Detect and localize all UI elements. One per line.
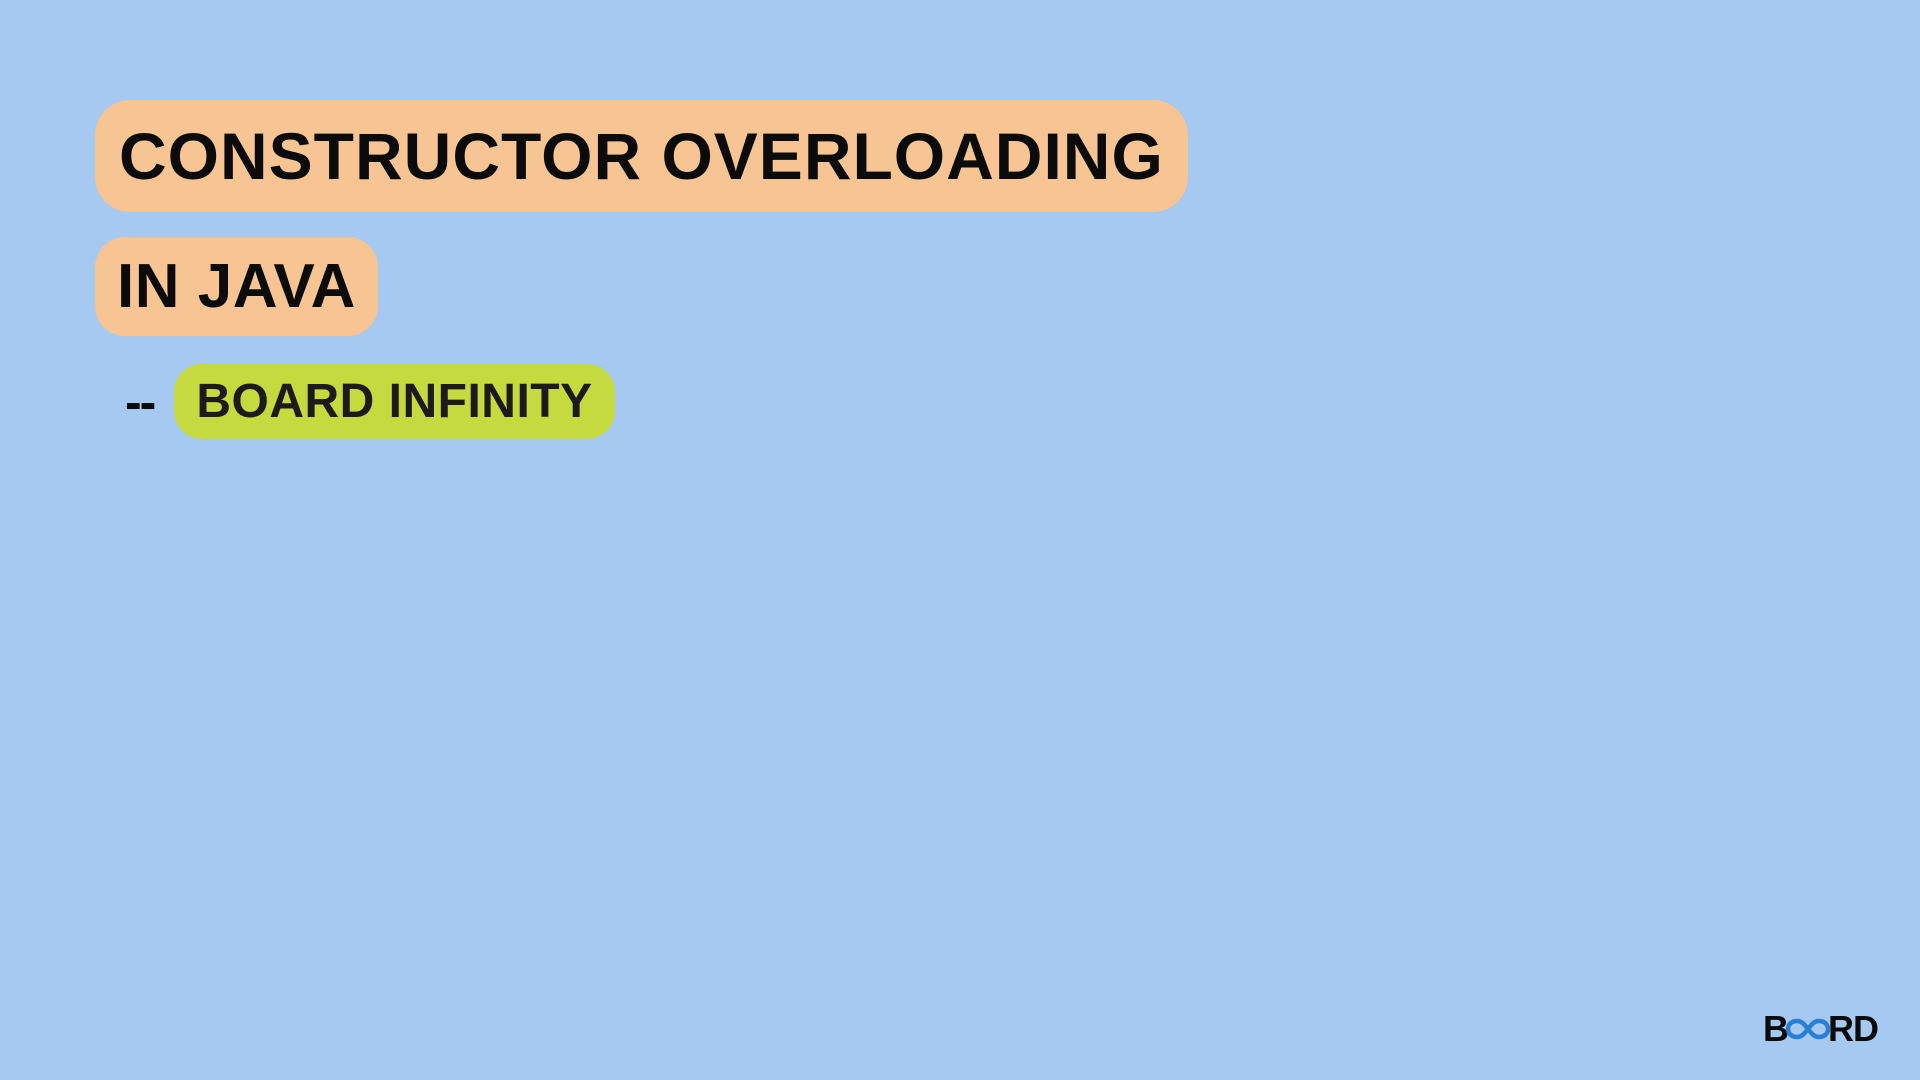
subtitle-text: BOARD INFINITY [196,375,592,428]
title-line-1: CONSTRUCTOR OVERLOADING [119,119,1164,193]
title-pill-2: IN JAVA [95,237,378,336]
title-row-2: IN JAVA [95,237,1188,364]
subtitle-row: -- BOARD INFINITY [125,364,1188,439]
title-pill-1: CONSTRUCTOR OVERLOADING [95,100,1188,212]
subtitle-pill: BOARD INFINITY [174,364,614,439]
infinity-icon [1786,1017,1830,1041]
brand-logo: B RD [1763,1008,1878,1050]
title-line-2: IN JAVA [117,252,356,321]
slide-content: CONSTRUCTOR OVERLOADING IN JAVA -- BOARD… [95,100,1188,439]
title-row-1: CONSTRUCTOR OVERLOADING [95,100,1188,237]
dashes: -- [125,373,154,431]
logo-suffix: RD [1828,1008,1878,1050]
logo-prefix: B [1763,1008,1788,1050]
